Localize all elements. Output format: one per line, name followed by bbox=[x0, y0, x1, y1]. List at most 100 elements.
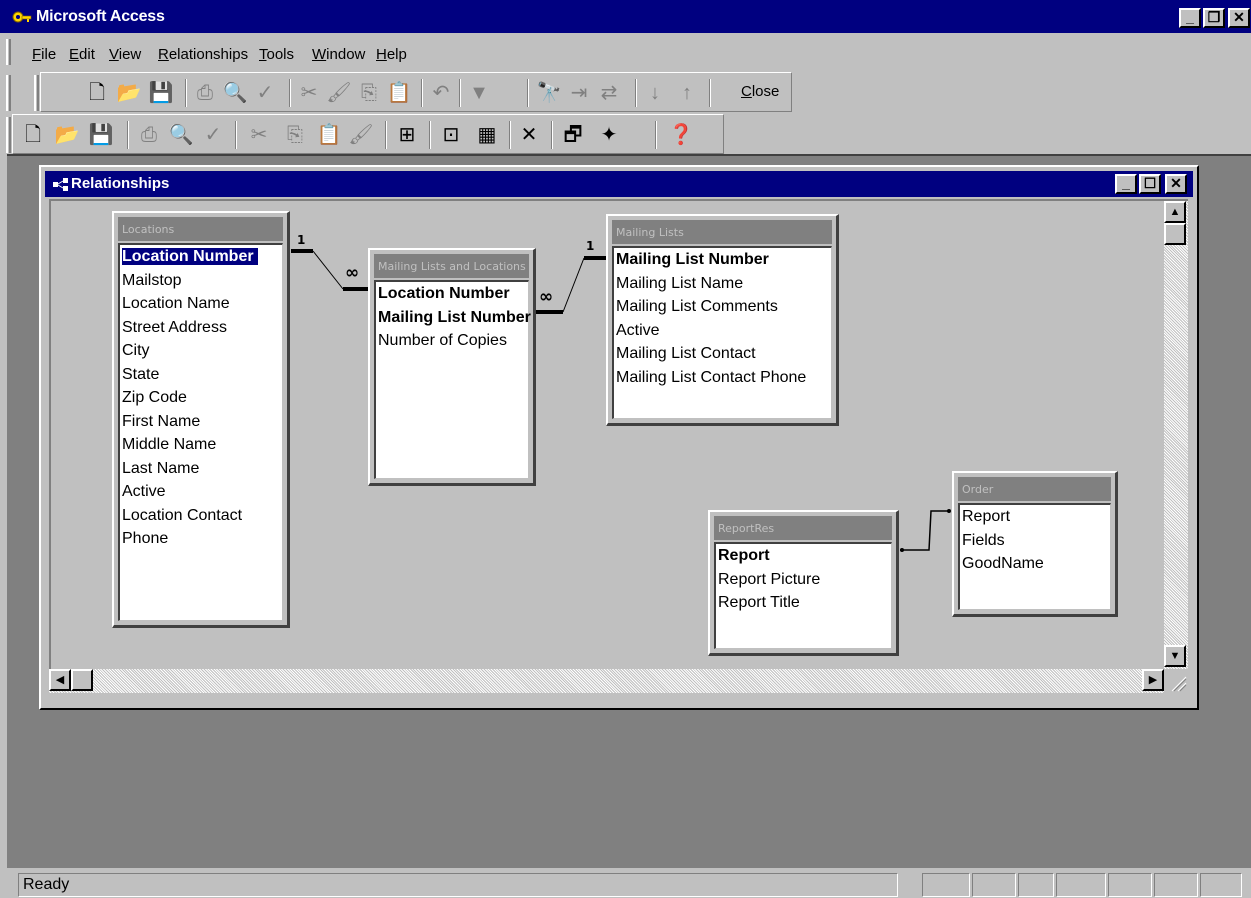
relationships-canvas[interactable]: 1 ∞ ∞ 1 Locations Location Number Mailst… bbox=[49, 199, 1164, 669]
app-minimize-button[interactable]: _ bbox=[1179, 8, 1201, 28]
vertical-scrollbar[interactable]: ▲ ▼ bbox=[1164, 199, 1188, 669]
open-icon[interactable]: 📂 bbox=[115, 79, 143, 107]
replace-icon[interactable]: ⇄ bbox=[595, 79, 623, 107]
field-item[interactable]: Mailing List Number bbox=[376, 306, 531, 330]
menu-tools[interactable]: Tools bbox=[259, 46, 294, 63]
show-all-relationships-icon[interactable]: ▦ bbox=[473, 121, 501, 149]
database-window-icon[interactable]: 🗗 bbox=[559, 121, 587, 149]
child-maximize-button[interactable]: ☐ bbox=[1139, 174, 1161, 194]
print-preview-icon[interactable]: 🔍 bbox=[167, 121, 195, 149]
field-item[interactable]: Phone bbox=[120, 527, 282, 551]
table-title[interactable]: Order bbox=[958, 477, 1111, 501]
field-item[interactable]: Mailing List Number bbox=[614, 248, 831, 272]
menubar-grip[interactable] bbox=[6, 39, 11, 65]
print-icon[interactable]: ⎙ bbox=[191, 79, 219, 107]
filter-icon[interactable]: ▼ bbox=[465, 79, 493, 107]
find-next-icon[interactable]: ⇥ bbox=[565, 79, 593, 107]
field-item[interactable]: GoodName bbox=[960, 552, 1110, 576]
horizontal-scroll-thumb[interactable] bbox=[71, 669, 93, 691]
resize-grip-icon[interactable] bbox=[1164, 669, 1188, 693]
table-order[interactable]: Order Report Fields GoodName bbox=[952, 471, 1118, 617]
field-item[interactable]: Report bbox=[960, 505, 1110, 529]
sort-ascending-icon[interactable]: ↓ bbox=[641, 79, 669, 107]
field-list-body[interactable]: Report Fields GoodName bbox=[958, 503, 1111, 610]
field-list-body[interactable]: Location Number Mailing List Number Numb… bbox=[374, 280, 531, 479]
menu-help[interactable]: Help bbox=[376, 46, 407, 63]
toolbar1-grip-inner[interactable] bbox=[34, 75, 39, 111]
print-icon[interactable]: ⎙ bbox=[135, 121, 163, 149]
spelling-icon[interactable]: ✓ bbox=[199, 121, 227, 149]
new-icon[interactable]: 🗋 bbox=[19, 121, 47, 149]
field-item[interactable]: Street Address bbox=[120, 316, 282, 340]
table-title[interactable]: Locations bbox=[118, 217, 283, 241]
save-icon[interactable]: 💾 bbox=[147, 79, 175, 107]
menu-file[interactable]: File bbox=[32, 46, 56, 63]
app-restore-button[interactable]: ❐ bbox=[1203, 8, 1225, 28]
table-title[interactable]: Mailing Lists bbox=[612, 220, 832, 244]
field-item[interactable]: Mailing List Comments bbox=[614, 295, 831, 319]
menu-view[interactable]: View bbox=[109, 46, 141, 63]
help-icon[interactable]: ❓ bbox=[667, 121, 695, 149]
copy-icon[interactable]: ⎘ bbox=[281, 121, 309, 149]
field-item[interactable]: Location Number bbox=[376, 282, 528, 306]
field-item[interactable]: Middle Name bbox=[120, 433, 282, 457]
scroll-right-arrow-icon[interactable]: ▶ bbox=[1142, 669, 1164, 691]
close-button[interactable]: Close bbox=[741, 83, 779, 100]
field-item[interactable]: Fields bbox=[960, 529, 1110, 553]
field-item[interactable]: Number of Copies bbox=[376, 329, 528, 353]
field-item[interactable]: Location Contact bbox=[120, 504, 282, 528]
delete-icon[interactable]: ✕ bbox=[515, 121, 543, 149]
scroll-up-arrow-icon[interactable]: ▲ bbox=[1164, 201, 1186, 223]
relationship-line[interactable] bbox=[312, 250, 344, 290]
copy-icon[interactable]: ⎘ bbox=[355, 79, 383, 107]
sort-descending-icon[interactable]: ↑ bbox=[673, 79, 701, 107]
field-item[interactable]: Mailing List Contact Phone bbox=[614, 366, 831, 390]
paste-icon[interactable]: 📋 bbox=[385, 79, 413, 107]
paste-icon[interactable]: 📋 bbox=[315, 121, 343, 149]
field-item[interactable]: Report Title bbox=[716, 591, 891, 615]
table-title[interactable]: ReportRes bbox=[714, 516, 892, 540]
table-mailing-lists-and-locations[interactable]: Mailing Lists and Locations Location Num… bbox=[368, 248, 536, 486]
field-item[interactable]: Mailing List Contact bbox=[614, 342, 831, 366]
field-item[interactable]: Report Picture bbox=[716, 568, 891, 592]
field-item[interactable]: Mailstop bbox=[120, 269, 282, 293]
relationship-line[interactable] bbox=[900, 510, 949, 551]
new-object-icon[interactable]: ✦ bbox=[595, 121, 623, 149]
undo-icon[interactable]: ↶ bbox=[427, 79, 455, 107]
field-item[interactable]: Active bbox=[120, 480, 282, 504]
format-painter-icon[interactable]: 🖌 bbox=[347, 121, 375, 149]
find-icon[interactable]: 🔭 bbox=[535, 79, 563, 107]
field-list-body[interactable]: Location Number Mailstop Location Name S… bbox=[118, 243, 283, 621]
scroll-left-arrow-icon[interactable]: ◀ bbox=[49, 669, 71, 691]
table-mailing-lists[interactable]: Mailing Lists Mailing List Number Mailin… bbox=[606, 214, 839, 426]
cut-icon[interactable]: ✂ bbox=[295, 79, 323, 107]
field-item[interactable]: Zip Code bbox=[120, 386, 282, 410]
toolbar2-grip[interactable] bbox=[6, 117, 11, 153]
cut-icon[interactable]: ✂ bbox=[245, 121, 273, 149]
relationship-line[interactable] bbox=[562, 257, 585, 313]
field-item[interactable]: Last Name bbox=[120, 457, 282, 481]
toolbar1-grip[interactable] bbox=[6, 75, 11, 111]
field-item[interactable]: City bbox=[120, 339, 282, 363]
vertical-scroll-thumb[interactable] bbox=[1164, 223, 1186, 245]
new-icon[interactable]: 🗋 bbox=[83, 79, 111, 107]
spelling-icon[interactable]: ✓ bbox=[251, 79, 279, 107]
field-item[interactable]: Location Number bbox=[120, 245, 282, 269]
field-item[interactable]: Location Name bbox=[120, 292, 282, 316]
table-reportres[interactable]: ReportRes Report Report Picture Report T… bbox=[708, 510, 899, 656]
show-table-icon[interactable]: ⊞ bbox=[393, 121, 421, 149]
horizontal-scrollbar[interactable]: ◀ ▶ bbox=[49, 669, 1164, 693]
field-item[interactable]: State bbox=[120, 363, 282, 387]
menu-window[interactable]: Window bbox=[312, 46, 365, 63]
print-preview-icon[interactable]: 🔍 bbox=[221, 79, 249, 107]
open-icon[interactable]: 📂 bbox=[53, 121, 81, 149]
format-painter-icon[interactable]: 🖌 bbox=[325, 79, 353, 107]
relationships-title-bar[interactable]: Relationships _ ☐ ✕ bbox=[45, 171, 1193, 197]
field-item[interactable]: Active bbox=[614, 319, 831, 343]
field-list-body[interactable]: Report Report Picture Report Title bbox=[714, 542, 892, 649]
child-close-button[interactable]: ✕ bbox=[1165, 174, 1187, 194]
field-item[interactable]: Report bbox=[716, 544, 891, 568]
child-minimize-button[interactable]: _ bbox=[1115, 174, 1137, 194]
app-close-button[interactable]: ✕ bbox=[1228, 8, 1250, 28]
save-icon[interactable]: 💾 bbox=[87, 121, 115, 149]
